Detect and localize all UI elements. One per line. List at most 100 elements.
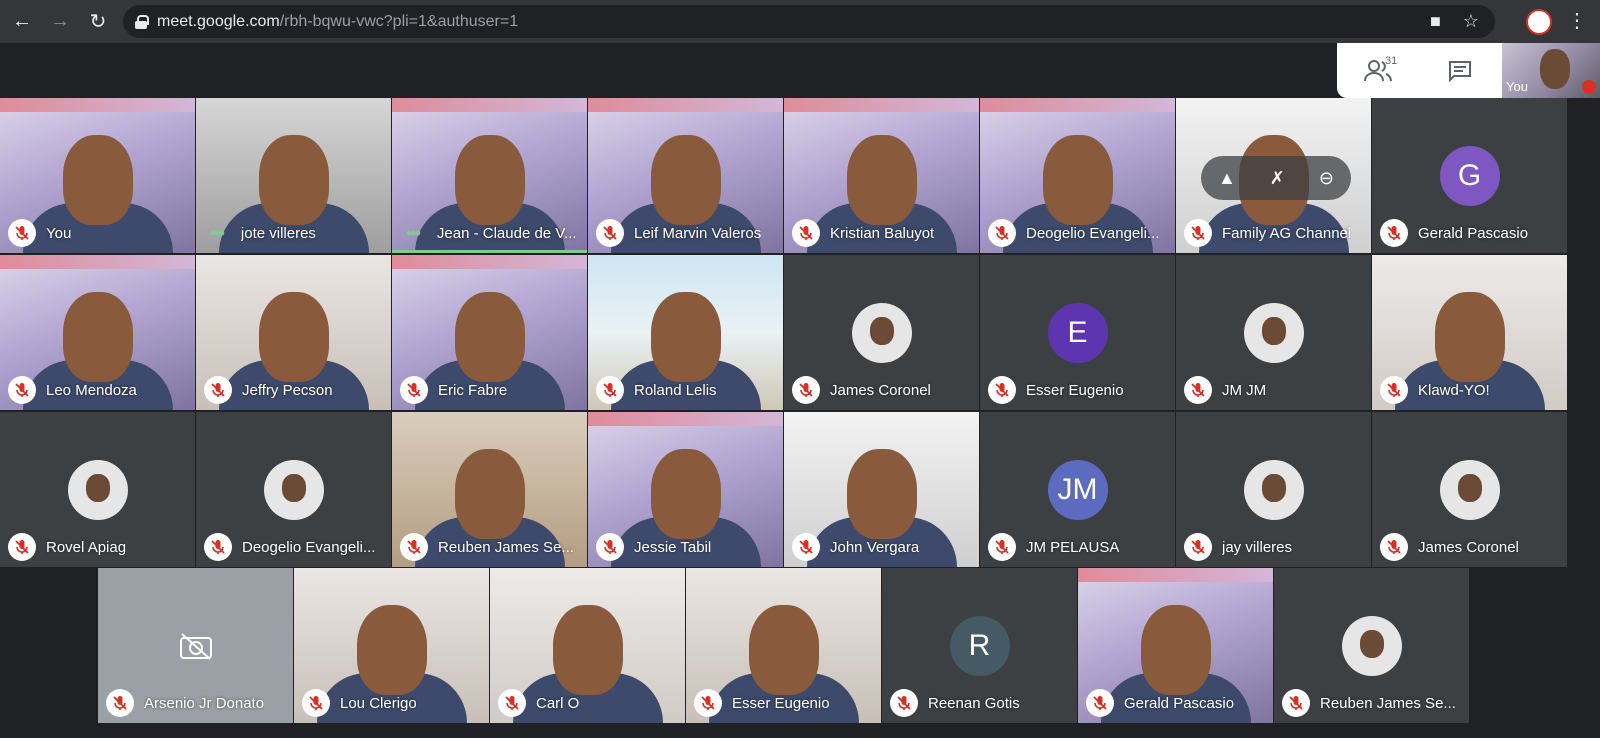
tile-name-bar: Lou Clerigo	[294, 683, 489, 723]
tile-name-bar: John Vergara	[784, 527, 979, 567]
mic-off-icon	[302, 689, 330, 717]
tile-name-bar: Leo Mendoza	[0, 370, 195, 410]
tile-name-bar: ••• jote villeres	[196, 213, 391, 253]
avatar-photo-head	[281, 473, 306, 502]
tile-hover-controls[interactable]: ▲ ✗ ⊖	[1201, 156, 1351, 200]
participant-tile[interactable]: R Reenan Gotis	[882, 568, 1077, 723]
back-icon[interactable]: ←	[6, 6, 38, 38]
participant-tile[interactable]: Reuben James Se...	[1274, 568, 1469, 723]
avatar-photo-head	[1359, 629, 1384, 658]
participant-tile[interactable]: E Esser Eugenio	[980, 255, 1175, 410]
people-button[interactable]: 31	[1337, 43, 1419, 98]
self-label: You	[1506, 79, 1528, 94]
participant-face	[552, 605, 623, 696]
participant-tile[interactable]: Reuben James Se...	[392, 412, 587, 567]
participant-tile[interactable]: Deogelio Evangeli...	[196, 412, 391, 567]
participant-name: Reenan Gotis	[928, 694, 1020, 712]
forward-icon[interactable]: →	[44, 6, 76, 38]
participant-name: You	[46, 224, 72, 242]
browser-toolbar: ← → ↻ meet.google.com/rbh-bqwu-vwc?pli=1…	[0, 0, 1600, 43]
tile-name-bar: Reuben James Se...	[392, 527, 587, 567]
mic-off-icon	[498, 689, 526, 717]
self-view-thumbnail[interactable]: You	[1502, 43, 1600, 98]
participant-tile[interactable]: James Coronel	[1372, 412, 1567, 567]
tile-name-bar: Reenan Gotis	[882, 683, 1077, 723]
participant-tile[interactable]: Jeffry Pecson	[196, 255, 391, 410]
profile-avatar[interactable]	[1526, 9, 1552, 35]
browser-menu-icon[interactable]: ⋮	[1567, 10, 1587, 32]
participant-tile[interactable]: G Gerald Pascasio	[1372, 98, 1567, 253]
mic-off-icon	[8, 376, 36, 404]
mic-off-icon	[792, 376, 820, 404]
mic-off-icon	[106, 689, 134, 717]
mic-off-icon	[596, 376, 624, 404]
participant-face	[748, 605, 819, 696]
participant-tile[interactable]: JM JM PELAUSA	[980, 412, 1175, 567]
audio-level-icon: •••	[210, 222, 225, 243]
participant-name: Jeffry Pecson	[242, 381, 333, 399]
mic-off-icon	[988, 219, 1016, 247]
participant-tile[interactable]: Rovel Apiag	[0, 412, 195, 567]
participant-tile[interactable]: ••• jote villeres	[196, 98, 391, 253]
avatar-photo-head	[869, 316, 894, 345]
tile-name-bar: Esser Eugenio	[686, 683, 881, 723]
participant-tile[interactable]: ▲ ✗ ⊖ Family AG Channel	[1176, 98, 1371, 253]
avatar-initial: E	[1047, 302, 1108, 363]
slide-banner	[0, 98, 195, 112]
avatar-photo-head	[1457, 473, 1482, 502]
participant-tile[interactable]: James Coronel	[784, 255, 979, 410]
participant-name: Leo Mendoza	[46, 381, 137, 399]
participant-tile[interactable]: ••• Jean - Claude de V...	[392, 98, 587, 253]
participant-name: Family AG Channel	[1222, 224, 1352, 242]
mic-off-icon[interactable]: ✗	[1270, 168, 1285, 189]
pin-icon[interactable]: ▲	[1218, 168, 1236, 189]
participant-name: Jean - Claude de V...	[436, 224, 577, 242]
tile-name-bar: Arsenio Jr Donato	[98, 683, 293, 723]
participant-face	[650, 292, 721, 383]
participant-tile[interactable]: Kristian Baluyot	[784, 98, 979, 253]
participant-tile[interactable]: Leif Marvin Valeros	[588, 98, 783, 253]
participant-tile[interactable]: JM JM	[1176, 255, 1371, 410]
participant-tile[interactable]: Klawd-YO!	[1372, 255, 1567, 410]
mic-off-icon	[204, 533, 232, 561]
participant-face	[846, 449, 917, 540]
avatar-photo-head	[1261, 316, 1286, 345]
avatar-photo	[851, 302, 912, 363]
mic-off-icon	[400, 376, 428, 404]
participant-tile[interactable]: jay villeres	[1176, 412, 1371, 567]
address-bar[interactable]: meet.google.com/rbh-bqwu-vwc?pli=1&authu…	[123, 5, 1495, 38]
participant-face	[650, 135, 721, 226]
participant-tile[interactable]: Lou Clerigo	[294, 568, 489, 723]
chat-button[interactable]	[1419, 43, 1501, 98]
reload-icon[interactable]: ↻	[82, 6, 114, 38]
participant-tile[interactable]: You	[0, 98, 195, 253]
participant-name: Leif Marvin Valeros	[634, 224, 762, 242]
participant-tile[interactable]: Deogelio Evangeli...	[980, 98, 1175, 253]
tile-name-bar: ••• Jean - Claude de V...	[392, 213, 587, 253]
bookmark-star-icon[interactable]: ☆	[1463, 11, 1479, 32]
participant-tile[interactable]: Gerald Pascasio	[1078, 568, 1273, 723]
tile-name-bar: James Coronel	[1372, 527, 1567, 567]
participant-tile[interactable]: John Vergara	[784, 412, 979, 567]
mic-off-icon	[1380, 376, 1408, 404]
participant-name: Reuben James Se...	[1320, 694, 1456, 712]
participant-tile[interactable]: Roland Lelis	[588, 255, 783, 410]
participant-name: jote villeres	[240, 224, 316, 242]
participant-name: James Coronel	[1418, 538, 1519, 556]
participant-tile[interactable]: Eric Fabre	[392, 255, 587, 410]
remove-icon[interactable]: ⊖	[1319, 168, 1334, 189]
participant-tile[interactable]: Jessie Tabil	[588, 412, 783, 567]
participant-face	[62, 292, 133, 383]
camera-icon[interactable]: ■	[1430, 11, 1441, 32]
slide-banner	[784, 98, 979, 112]
mic-off-icon	[694, 689, 722, 717]
mic-off-icon	[1380, 533, 1408, 561]
participant-tile[interactable]: Arsenio Jr Donato	[98, 568, 293, 723]
participant-tile[interactable]: Esser Eugenio	[686, 568, 881, 723]
slide-banner	[588, 98, 783, 112]
participant-tile[interactable]: Leo Mendoza	[0, 255, 195, 410]
avatar-photo	[1243, 302, 1304, 363]
participant-name: Klawd-YO!	[1418, 381, 1490, 399]
participant-tile[interactable]: Carl O	[490, 568, 685, 723]
self-face	[1540, 49, 1570, 89]
